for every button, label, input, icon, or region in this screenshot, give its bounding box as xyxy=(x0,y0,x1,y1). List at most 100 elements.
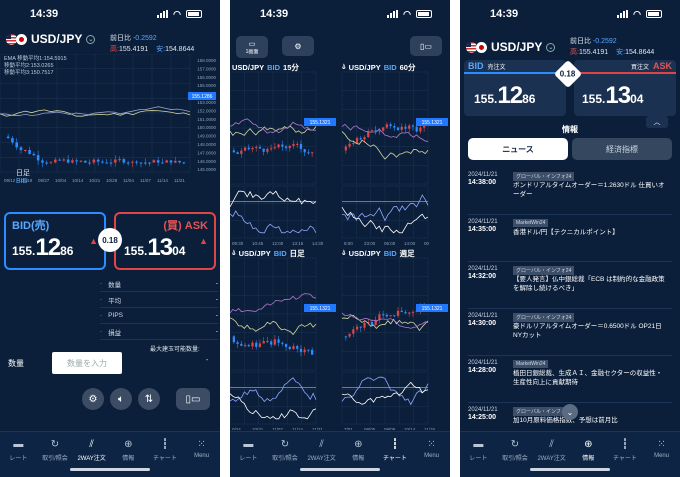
candle-body xyxy=(240,343,243,346)
candle-body xyxy=(277,339,280,343)
tab-chart[interactable]: ┇ チャート xyxy=(607,438,643,463)
chart-settings-gear-icon[interactable]: ⚙ xyxy=(282,36,314,56)
quantity-input[interactable]: 数量を入力 xyxy=(52,352,122,374)
tab-info[interactable]: ⊕ 情報 xyxy=(570,438,606,463)
news-item[interactable]: 2024/11/21 14:30:00 グローバル・インフォ24 豪ドルリアルタイムオ… xyxy=(468,309,672,356)
candle-body xyxy=(165,160,168,163)
bid-sell-button[interactable]: BID 売注文 155. 12 86 xyxy=(464,60,566,116)
news-date: 2024/11/21 xyxy=(468,219,498,225)
tab-rate[interactable]: ▬ レート xyxy=(0,438,36,463)
candle-body xyxy=(344,336,347,338)
candle-body xyxy=(178,160,181,163)
tab-trade[interactable]: ↻ 取引/照会 xyxy=(267,438,303,463)
x-tick-label: 09:30 xyxy=(232,241,244,246)
x-tick-label: 10/14 xyxy=(404,427,416,430)
settings-gear-icon[interactable]: ⚙ xyxy=(82,388,104,410)
y-tick-label: 152.0000 xyxy=(197,108,216,113)
high-low: 高:155.4191 安:154.8644 xyxy=(110,44,194,54)
candle-body xyxy=(396,127,400,130)
news-item[interactable]: 2024/11/21 14:38:00 グローバル・インフォ24 ボンドリアルタイムオ… xyxy=(468,168,672,215)
tab-2way[interactable]: ⫽ 2WAY注文 xyxy=(304,438,340,463)
x-tick-label: 10/21 xyxy=(89,178,101,183)
tf-label: 日足 xyxy=(16,170,30,177)
chart-pair: USD/JPY xyxy=(232,63,265,72)
candle-body xyxy=(281,144,284,147)
tab-menu[interactable]: ⁙ Menu xyxy=(414,438,450,460)
x-tick-label: 11/21 xyxy=(312,427,323,430)
candle-body xyxy=(415,126,418,132)
news-item[interactable]: 2024/11/21 14:28:00 MarketWin24 植田日銀総裁、生成ＡＩ… xyxy=(468,356,672,403)
price-chart-daily[interactable]: 158.0000157.0000156.0000155.0000154.0000… xyxy=(0,54,220,206)
news-datetime: 2024/11/21 14:35:00 xyxy=(468,219,498,233)
layout-toggle-icon[interactable]: ▯▭ xyxy=(410,36,442,56)
ema-label: EMA 移動平均1:154.5915 xyxy=(4,56,67,62)
pair-selector[interactable]: USD/JPY ⌄ xyxy=(466,40,556,54)
seg-economic-indicators[interactable]: 経済指標 xyxy=(572,138,672,160)
tab-2way[interactable]: ⫽ 2WAY注文 xyxy=(534,438,570,463)
tab-trade[interactable]: ↻ 取引/照会 xyxy=(37,438,73,463)
bid-price-small: 155. xyxy=(12,244,36,258)
chart-tf: 日足 xyxy=(289,249,305,258)
spread-value: 0.18 xyxy=(560,69,576,79)
x-tick-label: 13:15 xyxy=(292,241,304,246)
candle-body xyxy=(370,130,374,132)
candle-body xyxy=(148,162,151,164)
jp-flag-icon xyxy=(476,41,487,53)
up-arrow-icon: ▲ xyxy=(89,236,98,246)
pair-selector[interactable]: USD/JPY ⌄ xyxy=(6,32,96,46)
tab-chart[interactable]: ┇ チャート xyxy=(377,438,413,463)
candle-body xyxy=(400,310,403,313)
candle-body xyxy=(41,160,44,163)
tab-label: チャート xyxy=(612,456,637,462)
candle-body xyxy=(49,162,53,164)
tab-info[interactable]: ⊕ 情報 xyxy=(110,438,146,463)
candle-body xyxy=(299,348,303,353)
x-tick-label: 09/09 xyxy=(384,427,396,430)
candle-body xyxy=(258,343,262,347)
layout-toggle-icon[interactable]: ▯▭ xyxy=(176,388,210,410)
tab-info[interactable]: ⊕ 情報 xyxy=(340,438,376,463)
one-click-icon[interactable]: ⇅ xyxy=(138,388,160,410)
chart-title-weekly: ⍙ USD/JPY BID 週足 xyxy=(342,248,415,259)
bell-icon: ⍙ xyxy=(342,250,346,256)
news-datetime: 2024/11/21 14:25:00 xyxy=(468,407,498,421)
bid-sell-button[interactable]: BID(売) 155. 12 86 ▲ xyxy=(4,212,106,270)
tab-chart[interactable]: ┇ チャート xyxy=(147,438,183,463)
wifi-icon: ◠ xyxy=(173,8,181,19)
bid-label: BID xyxy=(468,61,484,71)
seg-news[interactable]: ニュース xyxy=(468,138,568,160)
candle-body xyxy=(348,333,351,337)
quad-chart-grid[interactable]: 155.1321 155.1321 155.1321 155.1321 09:30 10:… xyxy=(230,58,450,430)
single-screen-button[interactable]: ▭ 1画面 xyxy=(236,36,268,58)
candle-body xyxy=(284,343,288,347)
news-date: 2024/11/21 xyxy=(468,266,498,272)
candle-body xyxy=(144,162,147,164)
rate-icon: ▬ xyxy=(243,438,254,450)
prev-value: -0.2592 xyxy=(132,35,157,42)
news-source: グローバル・インフォ24 xyxy=(513,313,575,322)
news-time: 14:35:00 xyxy=(468,225,497,233)
ask-buy-button[interactable]: 買注文 ASK 155. 13 04 xyxy=(574,60,676,116)
candle-body xyxy=(118,159,121,161)
news-item[interactable]: 2024/11/21 14:32:00 グローバル・インフォ24 【要人発言】仏中銀総… xyxy=(468,262,672,309)
tab-menu[interactable]: ⁙ Menu xyxy=(184,438,220,460)
status-bar: 14:39 ◠ xyxy=(230,0,450,28)
news-time: 14:25:00 xyxy=(468,413,497,421)
tab-menu[interactable]: ⁙ Menu xyxy=(644,438,680,460)
home-indicator xyxy=(70,468,150,471)
tab-rate[interactable]: ▬ レート xyxy=(460,438,496,463)
tab-rate[interactable]: ▬ レート xyxy=(230,438,266,463)
tab-2way[interactable]: ⫽ 2WAY注文 xyxy=(74,438,110,463)
up-arrow-icon: ▲ xyxy=(199,236,208,246)
ask-buy-button[interactable]: (買) ASK 155. 13 04 ▲ xyxy=(114,212,216,270)
max-position-value: - xyxy=(206,357,209,364)
sound-icon[interactable]: 🔈︎ xyxy=(110,388,132,410)
candle-body xyxy=(114,159,117,163)
news-item[interactable]: 2024/11/21 14:35:00 MarketWin24 香港ドル/円【テクニカ… xyxy=(468,215,672,262)
tab-trade[interactable]: ↻ 取引/照会 xyxy=(497,438,533,463)
timeframe-label[interactable]: 日足 BID xyxy=(16,170,30,187)
scroll-down-chevron-icon[interactable]: ⌄ xyxy=(562,404,578,420)
candle-body xyxy=(243,345,247,347)
bid-price-big: 12 xyxy=(35,234,61,261)
candle-body xyxy=(385,314,388,317)
